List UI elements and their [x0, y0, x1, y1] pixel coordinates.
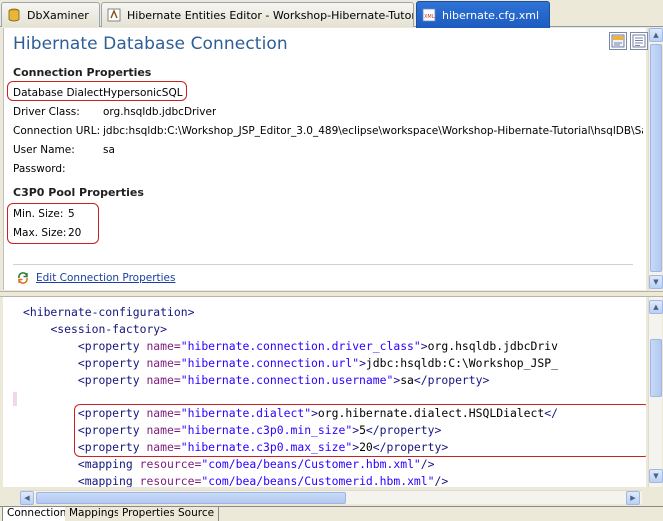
- editor-page-tabs: Connection Mappings Properties Source: [0, 506, 663, 521]
- source-vertical-scrollbar[interactable]: ▲ ▼: [648, 297, 663, 487]
- pool-size-highlight-outline: [7, 203, 99, 244]
- horizontal-scroll-thumb[interactable]: [36, 492, 346, 504]
- dialect-highlight-outline: [7, 81, 187, 101]
- code-line: <property name="hibernate.connection.use…: [77, 372, 490, 387]
- tab-label: hibernate.cfg.xml: [442, 8, 540, 22]
- tab-connection[interactable]: Connection: [2, 507, 72, 521]
- editor-tab-bar: DbXaminer Hibernate Entities Editor - Wo…: [0, 0, 663, 28]
- tab-hibernate-cfg-xml[interactable]: XML hibernate.cfg.xml ✕: [416, 1, 550, 28]
- tab-properties[interactable]: Properties: [118, 507, 181, 521]
- change-marker: [13, 392, 17, 406]
- editor-gutter: [3, 297, 17, 487]
- edit-link-label: Edit Connection Properties: [36, 272, 176, 284]
- connection-properties-heading: Connection Properties: [13, 66, 152, 79]
- form-scroll-thumb[interactable]: [650, 44, 662, 272]
- tab-mappings[interactable]: Mappings: [65, 507, 125, 521]
- help-button[interactable]: [630, 32, 648, 50]
- driver-class-label: Driver Class:: [13, 106, 80, 118]
- scroll-left-arrow-icon[interactable]: ◀: [20, 491, 34, 505]
- document-icon: [632, 34, 646, 48]
- code-line: <property name="hibernate.connection.dri…: [77, 338, 558, 353]
- driver-class-value: org.hsqldb.jdbcDriver: [103, 106, 217, 118]
- source-horizontal-scrollbar[interactable]: ◀ ▶: [20, 490, 642, 505]
- tab-dbxaminer[interactable]: DbXaminer: [1, 2, 100, 27]
- scroll-up-arrow-icon[interactable]: ▲: [649, 28, 663, 42]
- xml-code[interactable]: <hibernate-configuration> <session-facto…: [23, 304, 643, 487]
- refresh-icon: [18, 272, 28, 284]
- connection-url-label: Connection URL:: [13, 125, 101, 137]
- xml-file-icon: XML: [422, 8, 436, 22]
- code-line: <property name="hibernate.connection.url…: [77, 355, 558, 370]
- page-title: Hibernate Database Connection: [13, 34, 288, 54]
- user-name-value: sa: [103, 144, 115, 156]
- scroll-down-arrow-icon[interactable]: ▼: [649, 469, 663, 483]
- source-scroll-thumb[interactable]: [650, 339, 662, 397]
- connection-url-value: jdbc:hsqldb:C:\Workshop_JSP_Editor_3.0_4…: [103, 125, 643, 137]
- layout-toggle-button[interactable]: [609, 32, 627, 50]
- code-line: <mapping resource="com/bea/beans/Custome…: [77, 473, 449, 487]
- split-layout-icon: [611, 34, 625, 48]
- scroll-down-arrow-icon[interactable]: ▼: [649, 275, 663, 289]
- scroll-right-arrow-icon[interactable]: ▶: [626, 491, 640, 505]
- tab-label: Hibernate Entities Editor - Workshop-Hib…: [127, 8, 414, 22]
- edit-connection-properties-link[interactable]: Edit Connection Properties: [16, 271, 175, 285]
- database-icon: [8, 8, 20, 22]
- tab-hibernate-entities-editor[interactable]: Hibernate Entities Editor - Workshop-Hib…: [101, 2, 414, 27]
- scroll-up-arrow-icon[interactable]: ▲: [649, 300, 663, 314]
- code-line: <mapping resource="com/bea/beans/Custome…: [77, 457, 435, 472]
- form-vertical-scrollbar[interactable]: ▲ ▼: [648, 28, 663, 290]
- code-line: <session-factory>: [50, 321, 168, 336]
- c3p0-pool-properties-heading: C3P0 Pool Properties: [13, 186, 144, 199]
- code-line: <hibernate-configuration>: [23, 305, 195, 319]
- tab-label: DbXaminer: [27, 8, 89, 22]
- tab-source[interactable]: Source: [174, 507, 220, 521]
- hibernate-icon: [107, 8, 121, 22]
- xml-source-editor[interactable]: <hibernate-configuration> <session-facto…: [3, 297, 646, 487]
- section-divider: [13, 264, 633, 265]
- user-name-label: User Name:: [13, 144, 75, 156]
- svg-text:XML: XML: [424, 14, 435, 20]
- connection-form-pane: Hibernate Database Connection Connection…: [3, 28, 648, 290]
- dialect-xml-highlight-outline: [74, 404, 646, 457]
- password-label: Password:: [13, 163, 66, 175]
